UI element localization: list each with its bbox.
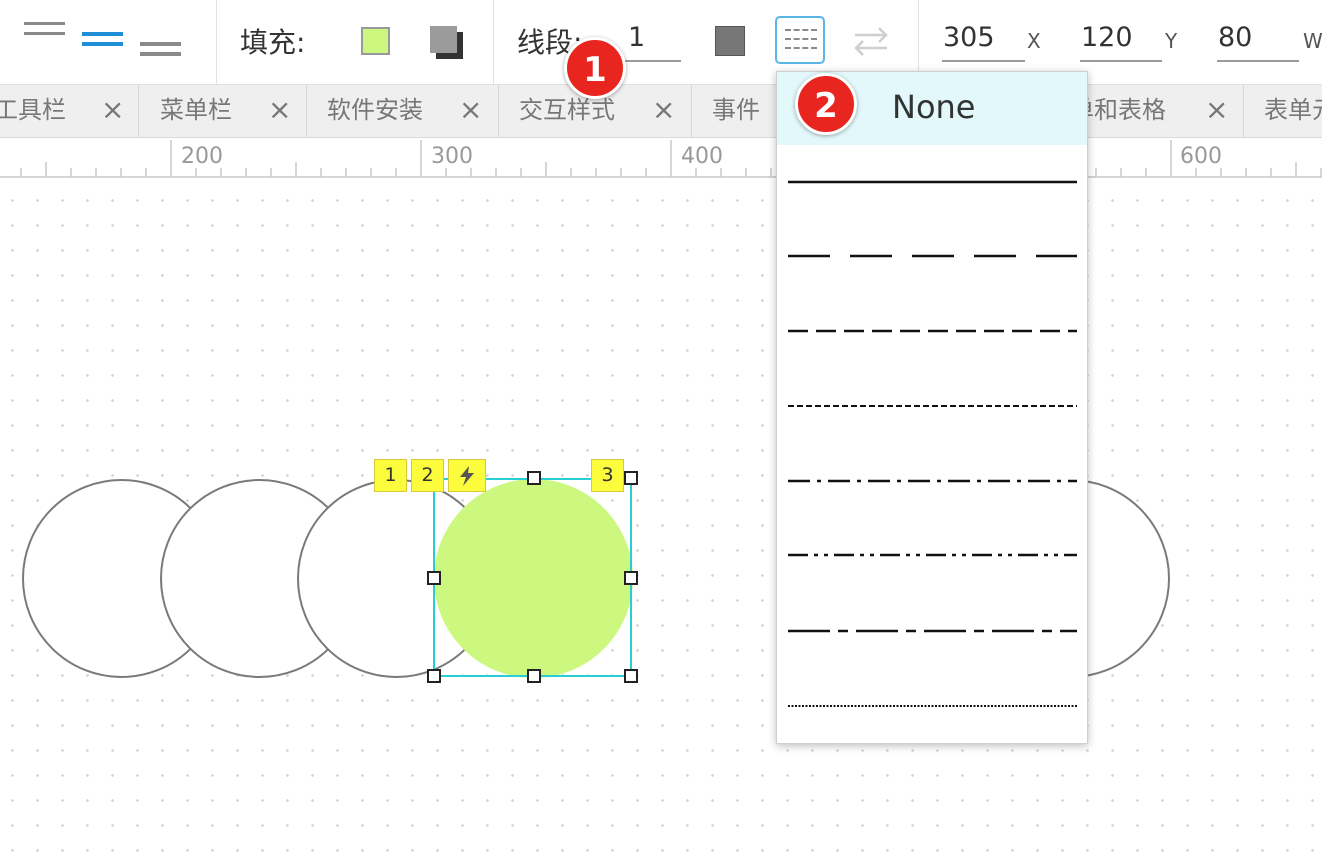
fill-color-swatch[interactable] bbox=[361, 27, 390, 55]
fill-label: 填充: bbox=[240, 26, 306, 59]
tab-label: 交互样式 bbox=[519, 96, 615, 124]
dash-option-long-dash-dot[interactable] bbox=[777, 595, 1087, 669]
x-axis-label: X bbox=[1027, 29, 1041, 53]
dash-option-none-label: None bbox=[892, 88, 976, 126]
resize-handle[interactable] bbox=[527, 471, 541, 485]
selection-box bbox=[433, 478, 632, 677]
toolbar: 填充: 线段: 1 305 X 120 Y 80 W bbox=[0, 0, 1322, 84]
ruler-label: 400 bbox=[681, 144, 723, 169]
tab-label: 软件安装 bbox=[327, 96, 423, 124]
line-thin-icon[interactable] bbox=[24, 20, 66, 40]
w-axis-label: W bbox=[1303, 29, 1322, 53]
close-icon[interactable]: × bbox=[268, 96, 291, 124]
dash-option-short-dash[interactable] bbox=[777, 370, 1087, 444]
tab-menubar[interactable]: 菜单栏 × bbox=[139, 85, 307, 138]
ruler-label: 300 bbox=[431, 144, 473, 169]
interaction-tag[interactable]: 3 bbox=[591, 459, 624, 492]
resize-handle[interactable] bbox=[427, 669, 441, 683]
resize-handle[interactable] bbox=[624, 571, 638, 585]
swap-arrows-icon[interactable] bbox=[852, 24, 890, 58]
resize-handle[interactable] bbox=[624, 471, 638, 485]
shadow-icon[interactable] bbox=[430, 26, 464, 60]
step-marker-1: 1 bbox=[564, 37, 626, 99]
w-input[interactable]: 80 bbox=[1218, 24, 1252, 51]
tab-form-elements[interactable]: 表单元 bbox=[1244, 85, 1322, 138]
dash-option-dotted[interactable] bbox=[777, 670, 1087, 744]
close-icon[interactable]: × bbox=[652, 96, 675, 124]
y-input[interactable]: 120 bbox=[1081, 24, 1133, 51]
y-axis-label: Y bbox=[1165, 29, 1178, 53]
tab-label: 表单元 bbox=[1264, 96, 1322, 124]
ruler-label: 600 bbox=[1180, 144, 1222, 169]
stroke-color-swatch[interactable] bbox=[715, 26, 745, 56]
x-input[interactable]: 305 bbox=[943, 24, 995, 51]
dash-option-solid[interactable] bbox=[777, 146, 1087, 220]
dash-style-icon[interactable] bbox=[775, 16, 825, 64]
dash-option-long-dash[interactable] bbox=[777, 220, 1087, 294]
stroke-width-input[interactable]: 1 bbox=[628, 24, 645, 51]
line-medium-icon[interactable] bbox=[82, 32, 124, 52]
dash-style-dropdown: None bbox=[776, 71, 1088, 744]
tab-label: 事件 bbox=[712, 96, 760, 124]
tab-label: 菜单栏 bbox=[160, 96, 232, 124]
horizontal-ruler: 200 300 400 600 bbox=[0, 138, 1322, 180]
dash-option-dash-dot-dot[interactable] bbox=[777, 519, 1087, 593]
tab-toolbar[interactable]: 工具栏 × bbox=[0, 85, 139, 138]
resize-handle[interactable] bbox=[624, 669, 638, 683]
close-icon[interactable]: × bbox=[459, 96, 482, 124]
step-marker-2: 2 bbox=[795, 73, 857, 135]
canvas[interactable]: 1 2 3 bbox=[0, 180, 1322, 862]
tab-software-install[interactable]: 软件安装 × bbox=[307, 85, 499, 138]
interaction-tag[interactable]: 2 bbox=[411, 459, 444, 492]
resize-handle[interactable] bbox=[427, 571, 441, 585]
dash-option-dash[interactable] bbox=[777, 295, 1087, 369]
lightning-icon[interactable] bbox=[448, 459, 486, 492]
line-thick-icon[interactable] bbox=[140, 42, 182, 62]
dash-option-dash-dot[interactable] bbox=[777, 445, 1087, 519]
resize-handle[interactable] bbox=[527, 669, 541, 683]
close-icon[interactable]: × bbox=[101, 96, 124, 124]
tab-label: 工具栏 bbox=[0, 96, 66, 124]
tab-bar: 工具栏 × 菜单栏 × 软件安装 × 交互样式 × 事件 单和表格 × 表单元 bbox=[0, 84, 1322, 138]
interaction-tag[interactable]: 1 bbox=[374, 459, 407, 492]
close-icon[interactable]: × bbox=[1205, 96, 1228, 124]
ruler-label: 200 bbox=[181, 144, 223, 169]
